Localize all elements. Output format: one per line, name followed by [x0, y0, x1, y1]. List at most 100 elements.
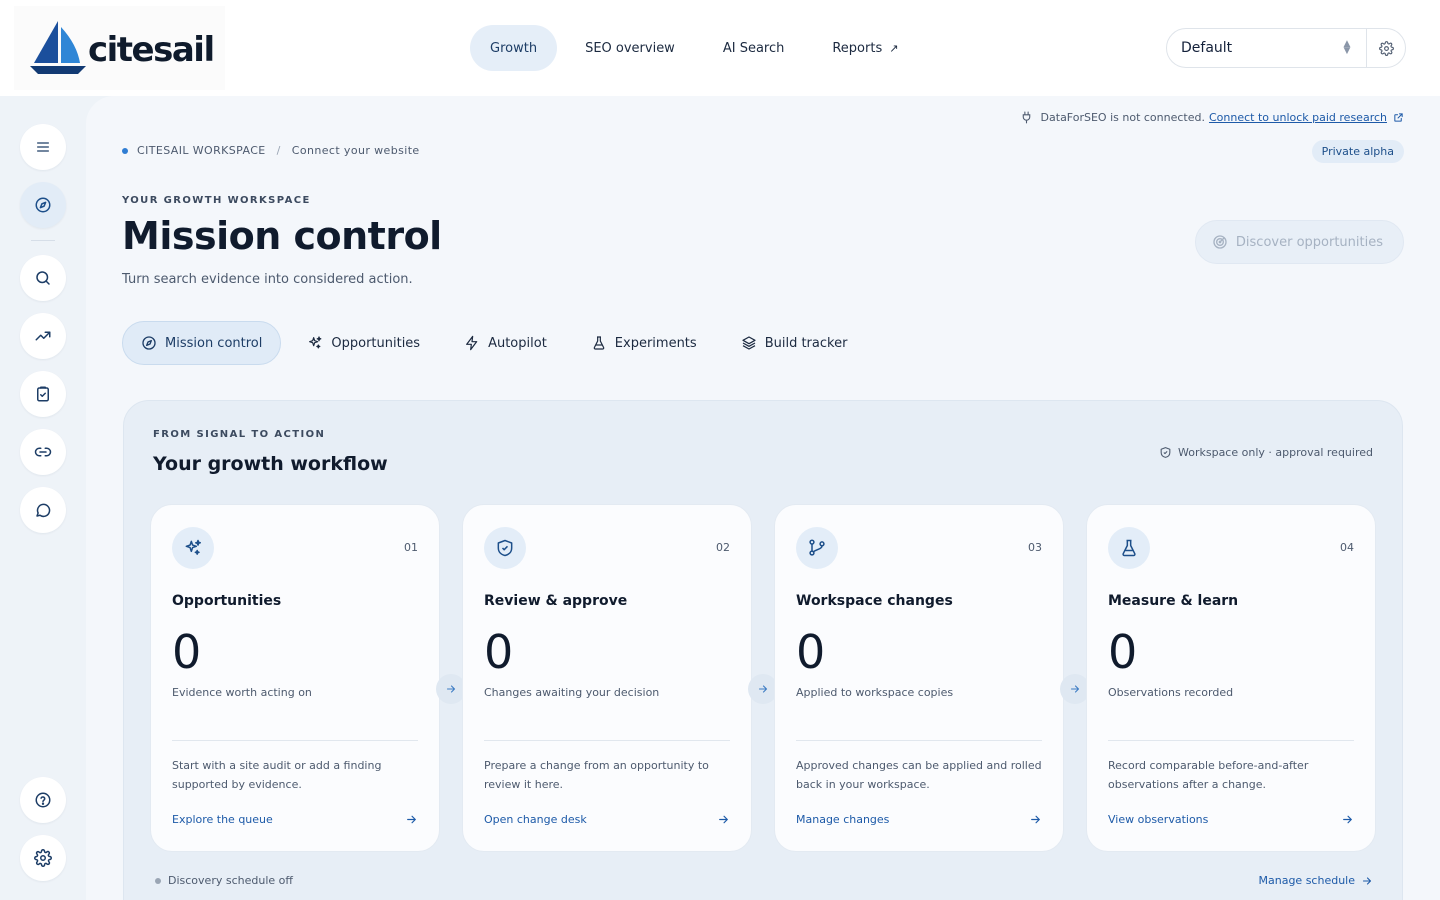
brand-logo[interactable]: citesail [14, 6, 225, 90]
card-description: Prepare a change from an opportunity to … [484, 759, 709, 791]
rail-search-button[interactable] [20, 255, 66, 301]
explore-queue-link[interactable]: Explore the queue [172, 813, 418, 826]
profile-select-value: Default [1181, 40, 1233, 56]
chat-icon [36, 503, 51, 518]
tab-label: Build tracker [764, 335, 848, 351]
breadcrumb-workspace[interactable]: CITESAIL WORKSPACE [137, 144, 266, 157]
arrow-right-icon [1343, 815, 1352, 824]
page-eyebrow: YOUR GROWTH WORKSPACE [122, 195, 311, 206]
bolt-icon [466, 335, 478, 351]
workflow-note-text: Workspace only · approval required [1178, 446, 1373, 459]
workflow-note: Workspace only · approval required [1159, 446, 1373, 459]
arrow-right-icon [719, 815, 728, 824]
card-step-number: 01 [404, 541, 418, 554]
open-change-desk-link[interactable]: Open change desk [484, 813, 730, 826]
rail-links-button[interactable] [20, 429, 66, 475]
card-divider [796, 740, 1042, 741]
shield-check-icon [1160, 447, 1171, 458]
tab-build-tracker[interactable]: Build tracker [723, 321, 866, 365]
arrow-right-icon [758, 685, 768, 693]
breadcrumb-separator: / [276, 144, 281, 157]
manage-changes-link[interactable]: Manage changes [796, 813, 1042, 826]
card-title: Measure & learn [1108, 593, 1239, 609]
workflow-eyebrow: FROM SIGNAL TO ACTION [153, 429, 326, 440]
section-tabs: Mission control Opportunities Autopilot … [122, 321, 865, 365]
topnav-seo-overview[interactable]: SEO overview [565, 25, 695, 71]
card-count: 0 [484, 625, 514, 679]
select-settings-button[interactable] [1367, 29, 1405, 67]
breadcrumb-current: Connect your website [291, 144, 420, 157]
compass-icon [35, 197, 51, 213]
notice-text: DataForSEO is not connected. [1040, 111, 1205, 124]
rail-tasks-button[interactable] [20, 371, 66, 417]
card-step-number: 02 [716, 541, 730, 554]
card-title: Review & approve [484, 593, 628, 609]
rail-chat-button[interactable] [20, 487, 66, 533]
discover-label: Discover opportunities [1235, 234, 1383, 250]
card-link-label: View observations [1108, 813, 1209, 826]
workflow-card-workspace-changes: 03 Workspace changes 0 Applied to worksp… [774, 504, 1064, 852]
topnav-label: Reports [832, 40, 883, 56]
rail-growth-button[interactable] [20, 182, 66, 228]
tab-opportunities[interactable]: Opportunities [289, 321, 438, 365]
rail-menu-button[interactable] [20, 124, 66, 170]
rail-trends-button[interactable] [20, 313, 66, 359]
plug-icon [1022, 111, 1030, 124]
arrow-right-icon [1362, 876, 1372, 885]
clipboard-check-icon [37, 386, 49, 402]
card-count: 0 [1108, 625, 1138, 679]
profile-select[interactable]: Default ▲ ▼ [1166, 28, 1406, 68]
manage-schedule-label: Manage schedule [1258, 874, 1356, 887]
rail-help-button[interactable] [20, 777, 66, 823]
card-count: 0 [796, 625, 826, 679]
topnav-label: SEO overview [585, 40, 675, 56]
menu-icon [37, 142, 49, 152]
layers-icon [742, 336, 756, 350]
card-caption: Changes awaiting your decision [484, 686, 660, 699]
card-divider [1108, 740, 1354, 741]
card-caption: Observations recorded [1108, 686, 1234, 699]
schedule-status: Discovery schedule off [155, 874, 293, 887]
rail-divider [31, 240, 55, 241]
card-divider [484, 740, 730, 741]
rail-settings-button[interactable] [20, 835, 66, 881]
card-link-label: Open change desk [484, 813, 587, 826]
card-count: 0 [172, 625, 202, 679]
main-content: DataForSEO is not connected. Connect to … [86, 96, 1440, 900]
top-nav: Growth SEO overview AI Search Reports ↗ [470, 25, 918, 71]
left-rail [0, 96, 86, 900]
arrow-right-icon [1070, 685, 1080, 693]
flask-icon [593, 336, 605, 350]
brand-name: citesail [88, 30, 215, 70]
status-badge: Private alpha [1311, 140, 1404, 163]
topnav-ai-search[interactable]: AI Search [703, 25, 805, 71]
shield-check-icon [497, 539, 513, 557]
card-title: Workspace changes [796, 593, 953, 609]
tab-autopilot[interactable]: Autopilot [446, 321, 565, 365]
tab-experiments[interactable]: Experiments [573, 321, 715, 365]
sailboat-icon [30, 21, 86, 74]
manage-schedule-link[interactable]: Manage schedule [1259, 874, 1374, 887]
gear-icon [34, 849, 52, 867]
help-icon [35, 792, 51, 808]
workflow-card-measure: 04 Measure & learn 0 Observations record… [1086, 504, 1376, 852]
search-icon [36, 271, 50, 285]
page-subtitle: Turn search evidence into considered act… [122, 272, 413, 287]
topnav-reports[interactable]: Reports ↗ [812, 25, 918, 71]
view-observations-link[interactable]: View observations [1108, 813, 1354, 826]
flask-icon [1122, 539, 1136, 557]
top-bar: citesail Growth SEO overview AI Search R… [0, 0, 1440, 96]
connect-link[interactable]: Connect to unlock paid research [1209, 111, 1387, 124]
workflow-title: Your growth workflow [153, 453, 388, 475]
status-dot [122, 147, 128, 154]
topnav-growth[interactable]: Growth [470, 25, 558, 71]
status-dot [155, 877, 161, 884]
tab-mission-control[interactable]: Mission control [122, 321, 282, 365]
schedule-status-text: Discovery schedule off [168, 874, 293, 887]
card-icon-badge [796, 527, 838, 569]
card-divider [172, 740, 418, 741]
breadcrumb: CITESAIL WORKSPACE / Connect your websit… [122, 144, 420, 157]
topnav-label: AI Search [722, 40, 785, 56]
card-title: Opportunities [172, 593, 282, 609]
discover-opportunities-button[interactable]: Discover opportunities [1194, 220, 1404, 264]
